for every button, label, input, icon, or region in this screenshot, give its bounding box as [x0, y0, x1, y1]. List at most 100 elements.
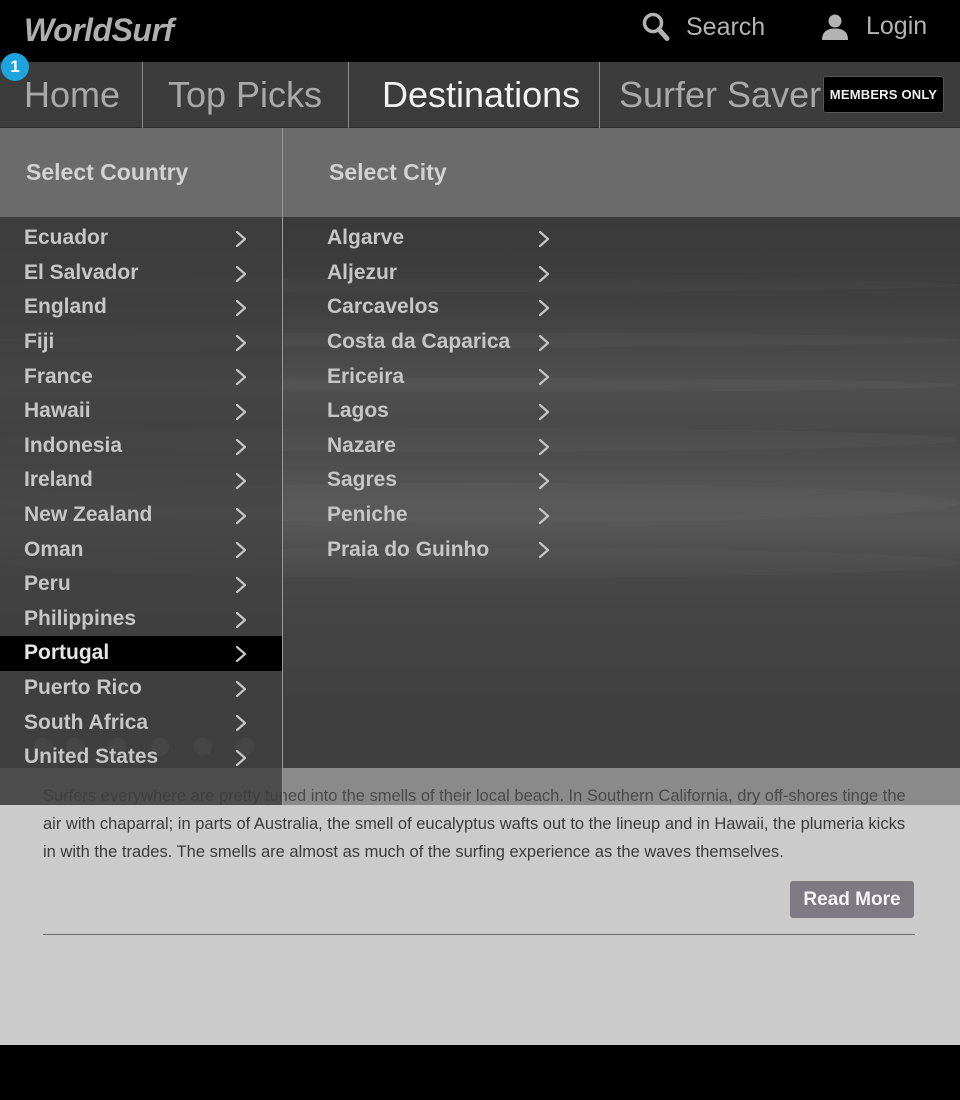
chevron-right-icon	[538, 403, 550, 427]
chevron-right-icon	[538, 507, 550, 531]
chevron-right-icon	[235, 680, 247, 704]
country-list: Ecuador El Salvador England Fiji France Hawai…	[0, 221, 282, 775]
chevron-right-icon	[235, 230, 247, 254]
country-name: Puerto Rico	[24, 676, 142, 700]
country-item[interactable]: Puerto Rico	[0, 671, 282, 706]
country-item[interactable]: Fiji	[0, 325, 282, 360]
city-name: Ericeira	[327, 364, 405, 388]
notification-badge[interactable]: 1	[1, 53, 29, 81]
chevron-right-icon	[538, 541, 550, 565]
country-name: El Salvador	[24, 260, 139, 284]
country-item[interactable]: New Zealand	[0, 498, 282, 533]
city-item[interactable]: Lagos	[283, 394, 573, 429]
city-item[interactable]: Ericeira	[283, 359, 573, 394]
country-name: Hawaii	[24, 399, 91, 423]
chevron-right-icon	[235, 645, 247, 669]
read-more-button[interactable]: Read More	[790, 881, 914, 918]
country-item[interactable]: Indonesia	[0, 429, 282, 464]
bottom-bar	[0, 1045, 960, 1100]
chevron-right-icon	[235, 749, 247, 773]
country-name: Portugal	[24, 641, 110, 665]
country-name: United States	[24, 745, 159, 769]
country-item[interactable]: Portugal	[0, 636, 282, 671]
members-only-badge[interactable]: MEMBERS ONLY	[823, 76, 944, 113]
search-button[interactable]: Search	[642, 12, 765, 42]
country-item[interactable]: France	[0, 359, 282, 394]
country-item[interactable]: England	[0, 290, 282, 325]
login-label: Login	[866, 12, 928, 40]
city-name: Nazare	[327, 433, 396, 457]
chevron-right-icon	[235, 714, 247, 738]
city-item[interactable]: Costa da Caparica	[283, 325, 573, 360]
country-item[interactable]: South Africa	[0, 705, 282, 740]
country-name: Peru	[24, 572, 71, 596]
chevron-right-icon	[235, 576, 247, 600]
chevron-right-icon	[538, 368, 550, 392]
nav-surfer-saver[interactable]: Surfer Saver	[619, 62, 821, 128]
top-bar: WorldSurf Search Login	[0, 0, 960, 62]
city-item[interactable]: Carcavelos	[283, 290, 573, 325]
city-name: Sagres	[327, 468, 398, 492]
chevron-right-icon	[235, 438, 247, 462]
city-list: Algarve Aljezur Carcavelos Costa da Caparic…	[283, 221, 573, 567]
country-item[interactable]: Philippines	[0, 602, 282, 637]
country-name: Fiji	[24, 330, 55, 354]
nav-home[interactable]: Home	[24, 62, 120, 128]
chevron-right-icon	[538, 334, 550, 358]
section-divider	[43, 934, 915, 935]
city-item[interactable]: Aljezur	[283, 256, 573, 291]
chevron-right-icon	[235, 299, 247, 323]
country-item[interactable]: Peru	[0, 567, 282, 602]
city-name: Costa da Caparica	[327, 330, 511, 354]
chevron-right-icon	[538, 265, 550, 289]
search-icon	[642, 12, 670, 42]
chevron-right-icon	[235, 265, 247, 289]
article-section: Surfers everywhere are pretty tuned into…	[0, 768, 960, 1045]
chevron-right-icon	[235, 541, 247, 565]
chevron-right-icon	[235, 507, 247, 531]
country-name: France	[24, 364, 93, 388]
login-button[interactable]: Login	[820, 12, 927, 41]
chevron-right-icon	[235, 334, 247, 358]
city-name: Carcavelos	[327, 295, 440, 319]
select-city-title: Select City	[329, 159, 447, 185]
site-logo[interactable]: WorldSurf	[24, 12, 174, 49]
search-label: Search	[686, 12, 766, 41]
chevron-right-icon	[235, 403, 247, 427]
country-name: England	[24, 295, 107, 319]
country-item[interactable]: El Salvador	[0, 256, 282, 291]
country-name: South Africa	[24, 710, 149, 734]
city-name: Lagos	[327, 399, 389, 423]
country-name: Indonesia	[24, 433, 123, 457]
country-item[interactable]: Ecuador	[0, 221, 282, 256]
country-name: Ecuador	[24, 226, 109, 250]
nav-destinations[interactable]: Destinations	[382, 62, 580, 128]
user-icon	[820, 13, 850, 41]
nav-top-picks[interactable]: Top Picks	[168, 62, 322, 128]
country-item[interactable]: Oman	[0, 532, 282, 567]
city-name: Praia do Guinho	[327, 537, 490, 561]
city-item[interactable]: Nazare	[283, 429, 573, 464]
country-item[interactable]: Hawaii	[0, 394, 282, 429]
country-name: Ireland	[24, 468, 93, 492]
chevron-right-icon	[235, 472, 247, 496]
country-name: Oman	[24, 537, 84, 561]
country-name: Philippines	[24, 606, 137, 630]
nav-separator	[142, 62, 143, 128]
city-name: Aljezur	[327, 260, 398, 284]
nav-separator	[599, 62, 600, 128]
city-item[interactable]: Praia do Guinho	[283, 532, 573, 567]
select-country-title: Select Country	[26, 159, 189, 185]
country-item[interactable]: Ireland	[0, 463, 282, 498]
nav-separator	[348, 62, 349, 128]
chevron-right-icon	[235, 611, 247, 635]
chevron-right-icon	[538, 230, 550, 254]
chevron-right-icon	[538, 299, 550, 323]
city-item[interactable]: Algarve	[283, 221, 573, 256]
city-item[interactable]: Sagres	[283, 463, 573, 498]
country-item[interactable]: United States	[0, 740, 282, 775]
chevron-right-icon	[235, 368, 247, 392]
chevron-right-icon	[538, 438, 550, 462]
city-item[interactable]: Peniche	[283, 498, 573, 533]
country-name: New Zealand	[24, 503, 153, 527]
